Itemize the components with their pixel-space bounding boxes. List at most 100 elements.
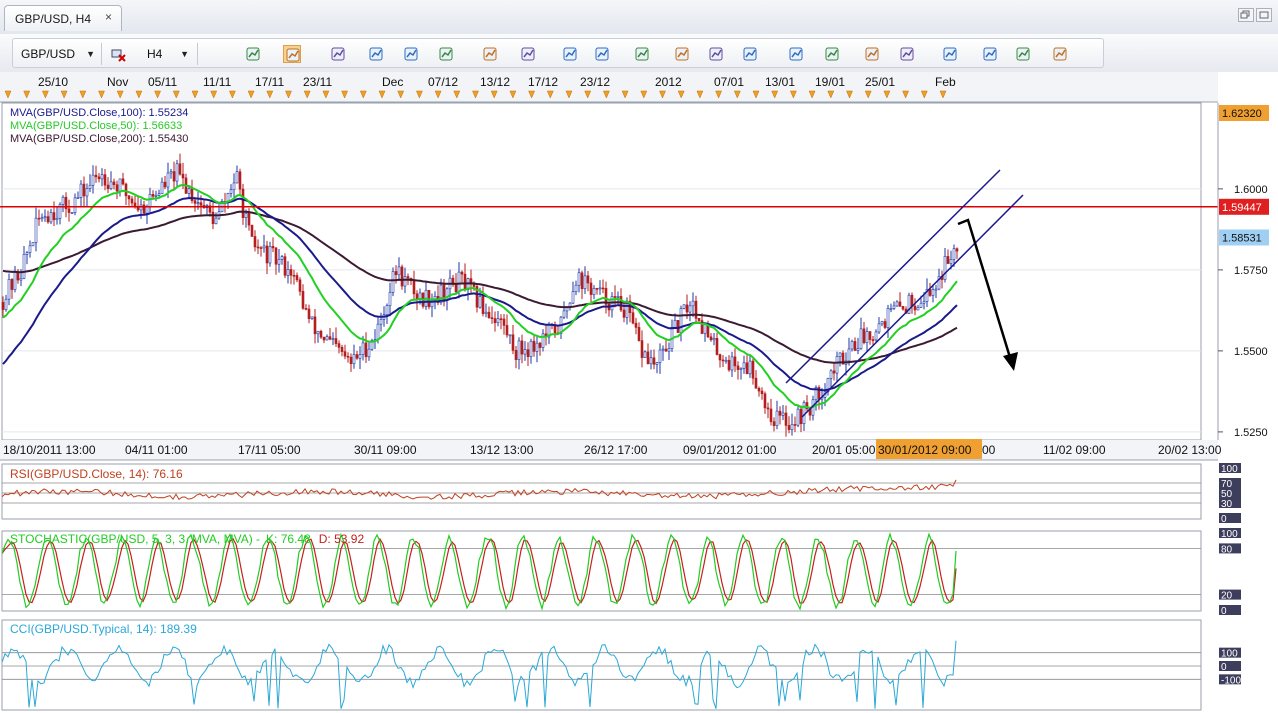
- stochastic-d-value: D: 53.92: [319, 532, 365, 546]
- top-date-label: 07/12: [428, 75, 458, 89]
- channel-icon: [865, 47, 879, 61]
- candle-view-button[interactable]: [283, 45, 301, 63]
- crosshair-icon: [521, 47, 535, 61]
- top-date-label: 11/11: [203, 75, 232, 89]
- data-window-button[interactable]: [481, 45, 499, 63]
- top-date-label: 17/12: [528, 75, 558, 89]
- chart-tab-label: GBP/USD, H4: [15, 12, 92, 26]
- bottom-date-label: 11/02 09:00: [1043, 443, 1106, 457]
- ruler-button[interactable]: [673, 45, 691, 63]
- stochastic-pane[interactable]: STOCHASTIC(GBP/USD, 5, 3, 3, MVA, MVA) -…: [1, 530, 1202, 612]
- tab-bar: GBP/USD, H4 ×: [0, 0, 1278, 35]
- bottom-date-label: 04/11 01:00: [125, 443, 188, 457]
- current-price-tag: 1.58531: [1219, 229, 1269, 246]
- cci-axis: 100 0 -100: [1219, 647, 1241, 686]
- globe-button[interactable]: [633, 45, 651, 63]
- symbol-select[interactable]: GBP/USD ▼: [21, 44, 95, 64]
- price-tick-label: 1.5750: [1234, 265, 1268, 277]
- stochastic-title-main: STOCHASTIC(GBP/USD, 5, 3, 3, MVA, MVA) -: [10, 532, 260, 546]
- axis-label-text: 80: [1221, 544, 1233, 555]
- top-date-label: 25/01: [865, 75, 895, 89]
- axis-label-text: 100: [1221, 464, 1238, 475]
- crosshair-time-label: 30/01/2012 09:00: [878, 443, 972, 457]
- remove-indicator-button[interactable]: [109, 45, 127, 63]
- rsi-title: RSI(GBP/USD.Close, 14): 76.16: [10, 467, 183, 481]
- candle: [391, 267, 395, 297]
- resistance-price-tag-label: 1.59447: [1222, 202, 1262, 214]
- top-date-label: 19/01: [815, 75, 845, 89]
- top-date-label: 23/11: [303, 75, 332, 89]
- hierarchy-button[interactable]: [1051, 45, 1069, 63]
- pointer-button[interactable]: [437, 45, 455, 63]
- bar-view-button[interactable]: [329, 45, 347, 63]
- line-tool-button[interactable]: [898, 45, 916, 63]
- restore-icon[interactable]: [1238, 8, 1254, 22]
- crosshair-button[interactable]: [519, 45, 537, 63]
- properties-button[interactable]: [561, 45, 579, 63]
- zoom-out-icon: [404, 47, 418, 61]
- top-date-label: 05/11: [148, 75, 177, 89]
- text-tool-button[interactable]: [981, 45, 999, 63]
- eraser-icon: [1016, 47, 1030, 61]
- top-date-label: 25/10: [38, 75, 68, 89]
- legend-entry: MVA(GBP/USD.Close,200): 1.55430: [10, 133, 188, 145]
- price-tick-label: 1.6000: [1234, 184, 1268, 196]
- axis-label-text: 30: [1221, 499, 1233, 510]
- template-button[interactable]: [741, 45, 759, 63]
- candle: [676, 320, 680, 333]
- data-window-icon: [483, 47, 497, 61]
- template-icon: [743, 47, 757, 61]
- toolbar-strip: GBP/USD ▼ H4 ▼: [12, 38, 1104, 68]
- price-pane[interactable]: MVA(GBP/USD.Close,100): 1.55234 MVA(GBP/U…: [0, 102, 1218, 441]
- zoom-in-button[interactable]: [367, 45, 385, 63]
- chart-type-button[interactable]: [244, 45, 262, 63]
- bar-view-icon: [331, 47, 345, 61]
- ellipse-tool-button[interactable]: [941, 45, 959, 63]
- close-tab-icon[interactable]: ×: [105, 10, 112, 24]
- resistance-price-tag: 1.59447: [1219, 198, 1269, 215]
- fibonacci-button[interactable]: [787, 45, 805, 63]
- rsi-axis: 1007050300: [1219, 463, 1241, 525]
- rsi-pane[interactable]: RSI(GBP/USD.Close, 14): 76.16: [1, 463, 1202, 520]
- top-date-label: 13/12: [480, 75, 510, 89]
- refresh-icon: [595, 47, 609, 61]
- timeframe-select[interactable]: H4 ▼: [147, 44, 189, 64]
- properties-icon: [563, 47, 577, 61]
- globe-icon: [635, 47, 649, 61]
- top-date-label: 23/12: [580, 75, 610, 89]
- bottom-date-label: 30/11 09:00: [354, 443, 417, 457]
- top-date-label: Feb: [935, 75, 956, 89]
- top-date-label: 2012: [655, 75, 682, 89]
- candle: [250, 224, 254, 237]
- fibonacci-icon: [789, 47, 803, 61]
- levels-button[interactable]: [823, 45, 841, 63]
- levels-icon: [825, 47, 839, 61]
- eraser-button[interactable]: [1014, 45, 1032, 63]
- chart-area[interactable]: 25/10 Nov 05/11 11/11 17/11 23/11 Dec 07/12 13/1…: [0, 72, 1278, 713]
- crosshair-time-tail: 00: [982, 443, 996, 457]
- symbol-select-value: GBP/USD: [21, 47, 76, 61]
- ruler-icon: [675, 47, 689, 61]
- bottom-date-label: 20/02 13:00: [1158, 443, 1222, 457]
- candle-view-icon: [286, 48, 300, 62]
- remove-indicator-icon: [111, 49, 126, 62]
- zoom-out-button[interactable]: [402, 45, 420, 63]
- indicators-icon: [709, 47, 723, 61]
- maximize-icon[interactable]: [1256, 8, 1272, 22]
- bottom-date-label: 26/12 17:00: [584, 443, 648, 457]
- candle: [70, 212, 74, 215]
- axis-label-text: 0: [1221, 662, 1227, 673]
- stochastic-k-value: K: 76.48: [266, 532, 311, 546]
- legend-entry: MVA(GBP/USD.Close,100): 1.55234: [10, 107, 188, 119]
- refresh-button[interactable]: [593, 45, 611, 63]
- top-date-label: 13/01: [765, 75, 795, 89]
- top-date-label: Nov: [107, 75, 128, 89]
- axis-label-text: 20: [1221, 591, 1233, 602]
- indicators-button[interactable]: [707, 45, 725, 63]
- chart-type-icon: [246, 47, 260, 61]
- channel-button[interactable]: [863, 45, 881, 63]
- chart-tab[interactable]: GBP/USD, H4 ×: [4, 5, 122, 31]
- cci-pane[interactable]: CCI(GBP/USD.Typical, 14): 189.39: [1, 619, 1202, 711]
- chevron-down-icon: ▼: [180, 49, 189, 59]
- hierarchy-icon: [1053, 47, 1067, 61]
